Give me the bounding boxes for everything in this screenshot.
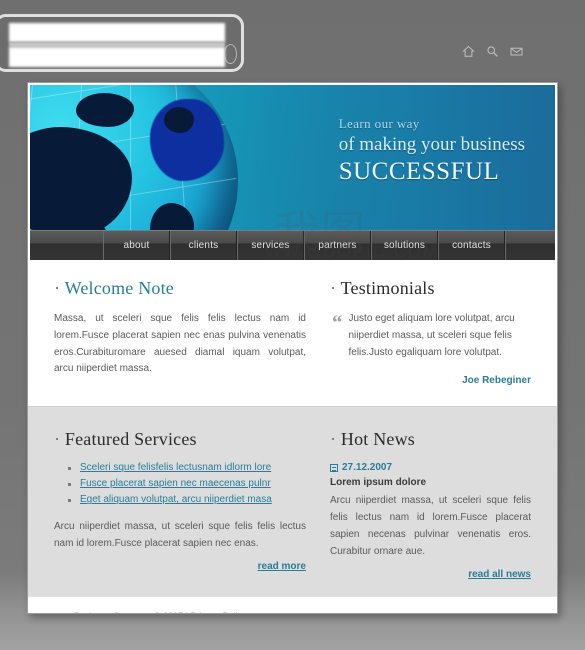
testimonials-heading: Testimonials bbox=[330, 278, 531, 299]
utility-icon-bar bbox=[462, 45, 523, 58]
search-icon[interactable] bbox=[486, 45, 499, 58]
website-frame: Learn our way of making your business SU… bbox=[27, 82, 558, 614]
list-item: Fusce placerat sapien nec maecenas pulnr bbox=[68, 478, 306, 489]
testimonial-quote: “ Justo eget aliquam lore volutpat, arcu… bbox=[330, 311, 531, 361]
news-date-row: 27.12.2007 bbox=[330, 462, 531, 473]
list-item: Sceleri sque felisfelis lectusnam idlorm… bbox=[68, 462, 306, 473]
nav-item-solutions[interactable]: solutions bbox=[371, 231, 438, 260]
home-icon[interactable] bbox=[462, 45, 475, 58]
logo-bar-top bbox=[9, 23, 225, 42]
testimonial-author: Joe Rebeginer bbox=[462, 375, 531, 387]
landmass-scandinavia bbox=[164, 107, 194, 133]
content-section: Featured Services Sceleri sque felisfeli… bbox=[28, 406, 557, 596]
logo-knob-icon bbox=[224, 44, 237, 64]
hero-banner: Learn our way of making your business SU… bbox=[30, 85, 555, 230]
nav-item-about[interactable]: about bbox=[103, 231, 170, 260]
testimonials-block: Testimonials “ Justo eget aliquam lore v… bbox=[322, 278, 531, 386]
welcome-note-body: Massa, ut sceleri sque felis felis lectu… bbox=[54, 313, 306, 375]
nav-item-services[interactable]: services bbox=[237, 231, 304, 260]
banner-line-2: of making your business bbox=[338, 134, 525, 156]
service-link-3[interactable]: Eget aliquam volutpat, arcu niiperdiet m… bbox=[80, 494, 272, 505]
intro-section: Welcome Note Massa, ut sceleri sque feli… bbox=[28, 260, 557, 407]
site-logo-plate[interactable] bbox=[0, 14, 244, 72]
banner-line-3: SUCCESSFUL bbox=[338, 157, 500, 185]
site-footer: Business Company © 2007 | Privacy Policy bbox=[28, 595, 557, 613]
service-link-2[interactable]: Fusce placerat sapien nec maecenas pulnr bbox=[80, 478, 271, 489]
featured-services-body: Arcu niiperdiet massa, ut sceleri sque f… bbox=[54, 521, 306, 550]
nav-right-spacer bbox=[505, 231, 555, 260]
welcome-note-block: Welcome Note Massa, ut sceleri sque feli… bbox=[54, 278, 322, 386]
nav-item-contacts[interactable]: contacts bbox=[438, 231, 505, 260]
banner-line-1: Learn our way bbox=[338, 116, 420, 131]
testimonial-text: Justo eget aliquam lore volutpat, arcu n… bbox=[348, 313, 515, 358]
news-body: Arcu niiperdiet massa, ut sceleri sque f… bbox=[330, 495, 531, 557]
hot-news-block: Hot News 27.12.2007 Lorem ipsum dolore A… bbox=[322, 429, 531, 580]
logo-bar-bottom bbox=[9, 47, 225, 67]
read-all-news-link[interactable]: read all news bbox=[330, 569, 531, 580]
calendar-icon bbox=[330, 463, 338, 472]
banner-headline: Learn our way of making your business SU… bbox=[338, 116, 525, 185]
hot-news-heading: Hot News bbox=[330, 429, 531, 450]
list-item: Eget aliquam volutpat, arcu niiperdiet m… bbox=[68, 494, 306, 505]
nav-item-clients[interactable]: clients bbox=[170, 231, 237, 260]
featured-services-list: Sceleri sque felisfelis lectusnam idlorm… bbox=[68, 462, 306, 505]
read-more-link[interactable]: read more bbox=[54, 561, 306, 572]
featured-services-block: Featured Services Sceleri sque felisfeli… bbox=[54, 429, 322, 579]
landmass-greenland bbox=[76, 93, 134, 127]
main-navigation: about clients services partners solution… bbox=[30, 230, 555, 260]
quote-mark-icon: “ bbox=[332, 310, 343, 334]
privacy-policy-link[interactable]: Privacy Policy bbox=[191, 611, 247, 613]
service-link-1[interactable]: Sceleri sque felisfelis lectusnam idlorm… bbox=[80, 462, 271, 473]
news-title: Lorem ipsum dolore bbox=[330, 477, 427, 489]
footer-copyright: Business Company © 2007 | bbox=[74, 611, 191, 613]
mail-icon[interactable] bbox=[510, 45, 523, 58]
news-date: 27.12.2007 bbox=[342, 462, 393, 474]
nav-item-partners[interactable]: partners bbox=[304, 231, 371, 260]
welcome-note-heading: Welcome Note bbox=[54, 278, 306, 299]
featured-services-heading: Featured Services bbox=[54, 429, 306, 450]
nav-left-spacer bbox=[30, 231, 103, 260]
desktop-background: Learn our way of making your business SU… bbox=[0, 0, 585, 650]
